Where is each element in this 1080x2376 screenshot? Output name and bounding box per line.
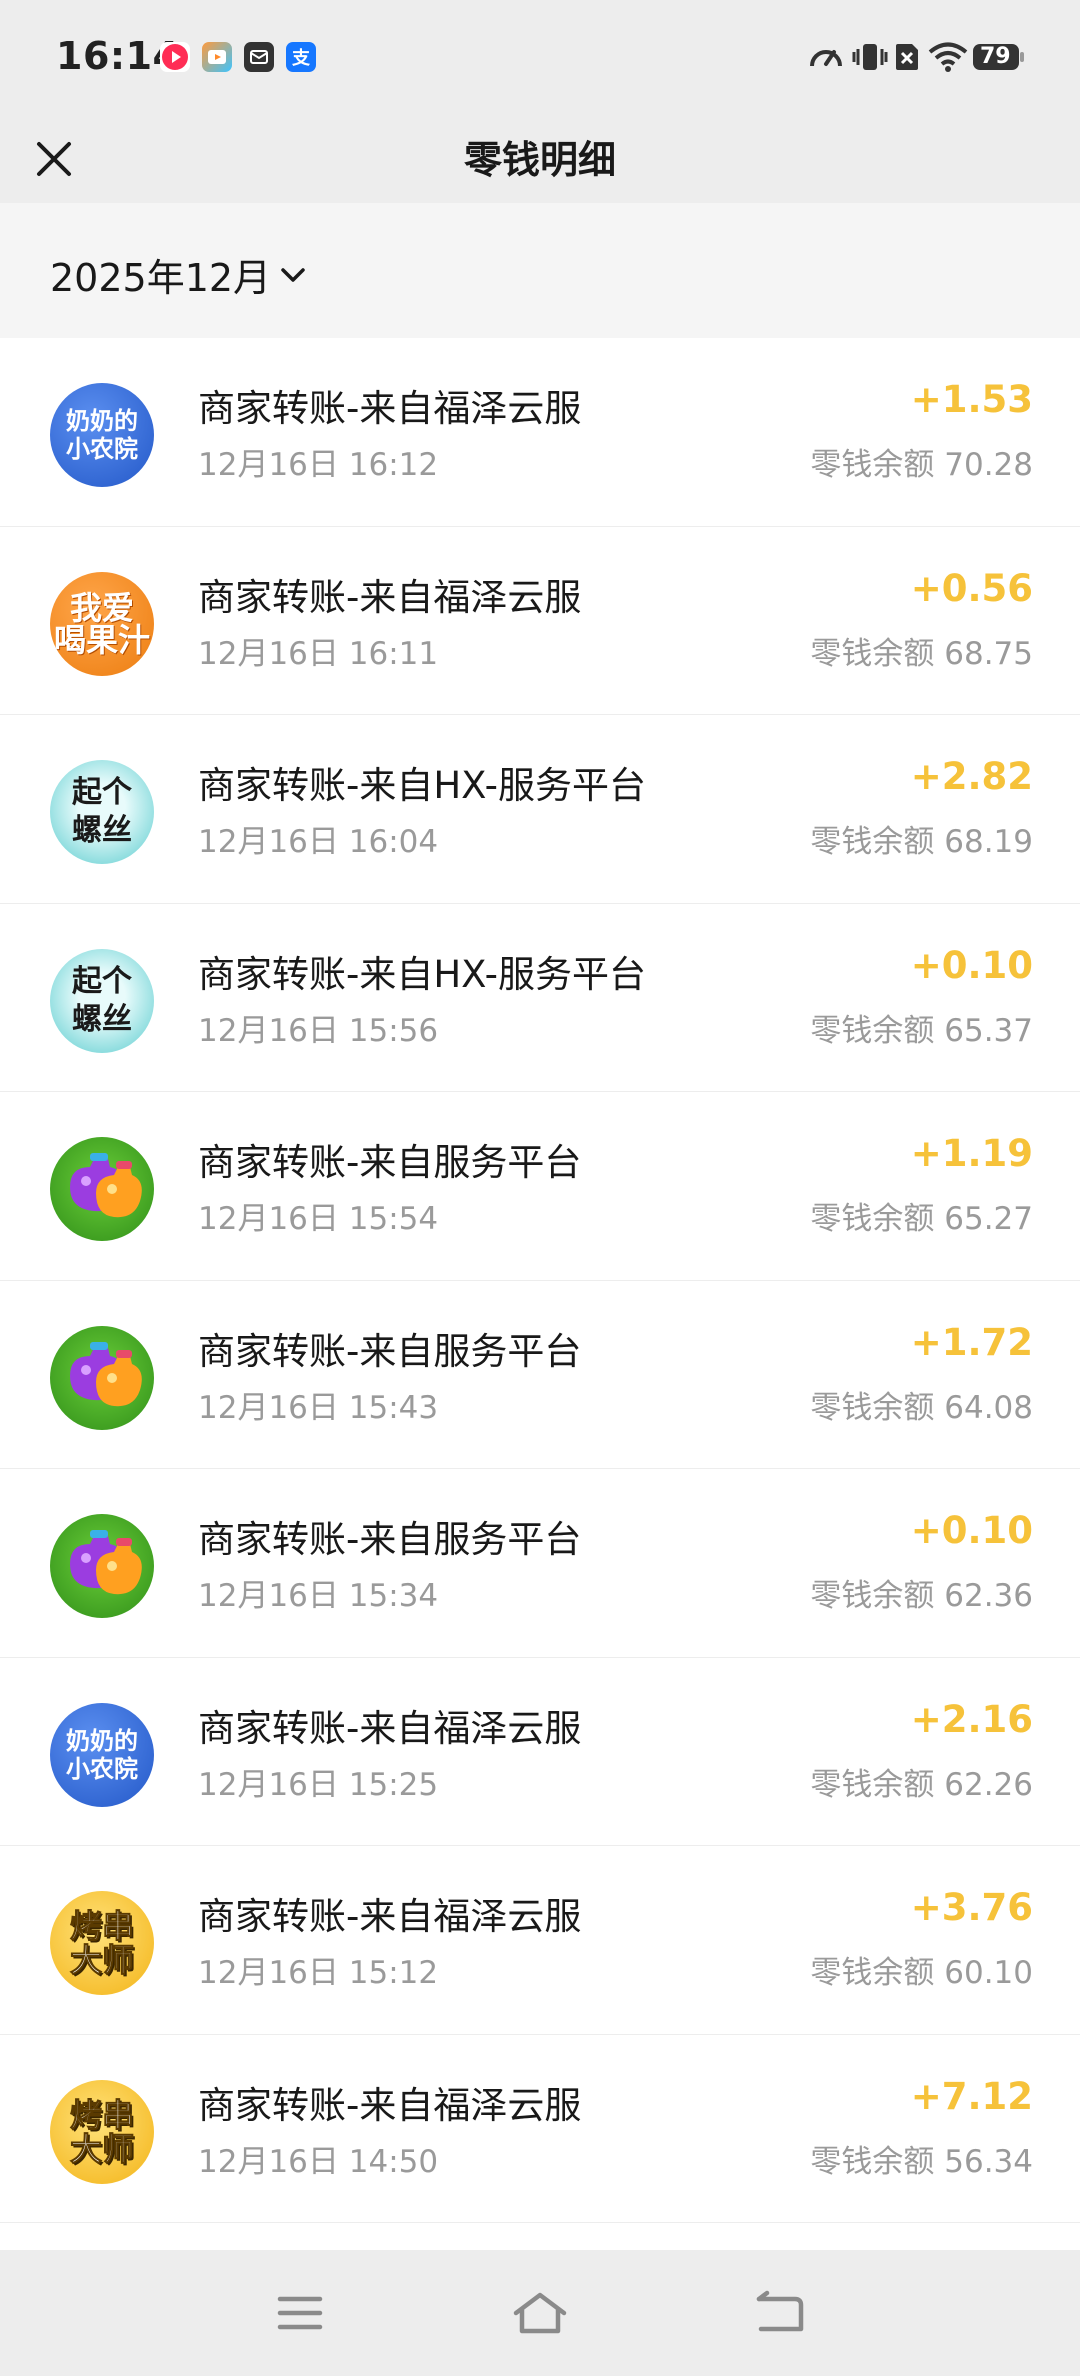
- avatar-logo-text: 烤串 大师: [69, 2095, 134, 2168]
- transaction-title: 商家转账-来自福泽云服: [198, 575, 582, 619]
- transaction-amount: +1.19: [910, 1132, 1033, 1175]
- transaction-title: 商家转账-来自福泽云服: [198, 2083, 582, 2127]
- status-bar: 16:14 支 79: [0, 0, 1080, 115]
- transaction-row[interactable]: 商家转账-来自服务平台 12月16日 15:43 +1.72 零钱余额 64.08: [0, 1280, 1080, 1469]
- merchant-avatar: 奶奶的 小农院: [50, 383, 154, 487]
- transaction-amount: +7.12: [910, 2074, 1033, 2118]
- balance-after: 零钱余额 64.08: [810, 1389, 1033, 1426]
- video-app-notification-icon: [160, 42, 190, 72]
- merchant-avatar: 奶奶的 小农院: [50, 1702, 154, 1807]
- balance-after: 零钱余额 62.26: [810, 1766, 1033, 1803]
- transaction-title: 商家转账-来自服务平台: [198, 1518, 582, 1561]
- transaction-title: 商家转账-来自服务平台: [198, 1141, 582, 1184]
- transaction-list: 奶奶的 小农院 商家转账-来自福泽云服 12月16日 16:12 +1.53 零钱余额 …: [0, 338, 1080, 2223]
- balance-after: 零钱余额 68.75: [810, 635, 1033, 672]
- transaction-time: 12月16日 14:50: [198, 2143, 439, 2180]
- transaction-amount: +1.53: [910, 378, 1033, 421]
- balance-after: 零钱余额 68.19: [810, 824, 1033, 860]
- battery-level: 79: [980, 44, 1011, 69]
- balance-after: 零钱余额 56.34: [810, 2143, 1033, 2180]
- battery-icon: 79: [972, 40, 1026, 74]
- system-nav-bar: [0, 2250, 1080, 2376]
- transaction-title: 商家转账-来自HX-服务平台: [198, 952, 647, 996]
- transaction-amount: +2.16: [910, 1697, 1033, 1741]
- avatar-logo-text: 我爱 喝果汁: [53, 588, 150, 659]
- transaction-time: 12月16日 15:43: [198, 1389, 439, 1426]
- balance-after: 零钱余额 65.37: [810, 1012, 1033, 1049]
- back-button[interactable]: [744, 2280, 814, 2346]
- avatar-logo-text: 奶奶的 小农院: [66, 407, 138, 463]
- transaction-title: 商家转账-来自服务平台: [198, 1329, 582, 1373]
- avatar-logo-text: 起个 螺丝: [72, 963, 132, 1037]
- merchant-avatar: 烤串 大师: [50, 1891, 154, 1995]
- transaction-title: 商家转账-来自HX-服务平台: [198, 764, 647, 807]
- transaction-title: 商家转账-来自福泽云服: [198, 1895, 582, 1938]
- transaction-amount: +0.56: [910, 566, 1033, 610]
- balance-after: 零钱余额 65.27: [810, 1201, 1033, 1237]
- month-label: 2025年12月: [50, 256, 272, 300]
- transaction-time: 12月16日 16:11: [198, 635, 439, 672]
- chevron-down-icon: [281, 267, 305, 282]
- transaction-row[interactable]: 奶奶的 小农院 商家转账-来自福泽云服 12月16日 16:12 +1.53 零钱余额 …: [0, 338, 1080, 527]
- merchant-avatar: 起个 螺丝: [50, 760, 154, 864]
- home-icon: [513, 2292, 567, 2334]
- menu-icon: [277, 2296, 323, 2330]
- transaction-title: 商家转账-来自福泽云服: [198, 387, 582, 430]
- transaction-title: 商家转账-来自福泽云服: [198, 1706, 582, 1750]
- vibrate-icon: [852, 40, 888, 74]
- page-title: 零钱明细: [463, 138, 616, 182]
- transaction-time: 12月16日 15:54: [198, 1201, 439, 1237]
- media-app-notification-icon: [202, 42, 232, 72]
- alipay-glyph: 支: [292, 48, 310, 69]
- alipay-notification-icon: 支: [286, 42, 316, 72]
- transaction-row[interactable]: 商家转账-来自服务平台 12月16日 15:54 +1.19 零钱余额 65.27: [0, 1092, 1080, 1281]
- transaction-time: 12月16日 15:12: [198, 1955, 439, 1991]
- merchant-avatar: 起个 螺丝: [50, 948, 154, 1053]
- month-filter-bar: 2025年12月: [0, 203, 1080, 338]
- merchant-avatar: [50, 1137, 154, 1241]
- speed-icon: [808, 40, 844, 74]
- transaction-time: 12月16日 15:56: [198, 1012, 439, 1049]
- transaction-row[interactable]: 起个 螺丝 商家转账-来自HX-服务平台 12月16日 15:56 +0.10 零钱余额…: [0, 903, 1080, 1092]
- recent-apps-button[interactable]: [265, 2280, 335, 2346]
- transaction-time: 12月16日 16:04: [198, 824, 439, 860]
- transaction-amount: +2.82: [910, 755, 1033, 798]
- transaction-row[interactable]: 奶奶的 小农院 商家转账-来自福泽云服 12月16日 15:25 +2.16 零钱余额 …: [0, 1657, 1080, 1846]
- transaction-row[interactable]: 烤串 大师 商家转账-来自福泽云服 12月16日 15:12 +3.76 零钱余额 60…: [0, 1846, 1080, 2035]
- wifi-icon: [928, 40, 968, 74]
- no-sim-icon: [892, 40, 922, 74]
- merchant-avatar: [50, 1325, 154, 1430]
- avatar-logo-text: 奶奶的 小农院: [66, 1726, 138, 1783]
- balance-after: 零钱余额 60.10: [810, 1955, 1033, 1991]
- avatar-logo-text: 起个 螺丝: [72, 775, 132, 848]
- balance-after: 零钱余额 62.36: [810, 1578, 1033, 1614]
- transaction-time: 12月16日 16:12: [198, 447, 439, 483]
- transaction-row[interactable]: 我爱 喝果汁 商家转账-来自福泽云服 12月16日 16:11 +0.56 零钱余额 6…: [0, 526, 1080, 715]
- merchant-avatar: 烤串 大师: [50, 2079, 154, 2184]
- balance-after: 零钱余额 70.28: [810, 447, 1033, 483]
- transaction-amount: +1.72: [910, 1320, 1033, 1364]
- merchant-avatar: [50, 1514, 154, 1618]
- transaction-time: 12月16日 15:25: [198, 1766, 439, 1803]
- home-button[interactable]: [505, 2280, 575, 2346]
- title-bar: 零钱明细: [0, 115, 1080, 203]
- back-icon: [756, 2290, 804, 2332]
- month-dropdown[interactable]: 2025年12月: [50, 247, 307, 302]
- transaction-amount: +0.10: [910, 1509, 1033, 1552]
- transaction-time: 12月16日 15:34: [198, 1578, 439, 1614]
- avatar-logo-text: 烤串 大师: [69, 1907, 134, 1979]
- transaction-row[interactable]: 起个 螺丝 商家转账-来自HX-服务平台 12月16日 16:04 +2.82 零钱余额…: [0, 715, 1080, 904]
- transaction-row[interactable]: 商家转账-来自服务平台 12月16日 15:34 +0.10 零钱余额 62.36: [0, 1469, 1080, 1658]
- transaction-amount: +0.10: [910, 943, 1033, 987]
- mail-app-notification-icon: [244, 42, 274, 72]
- merchant-avatar: 我爱 喝果汁: [50, 571, 154, 676]
- transaction-amount: +3.76: [910, 1886, 1033, 1929]
- transaction-row[interactable]: 烤串 大师 商家转账-来自福泽云服 12月16日 14:50 +7.12 零钱余额 56…: [0, 2034, 1080, 2223]
